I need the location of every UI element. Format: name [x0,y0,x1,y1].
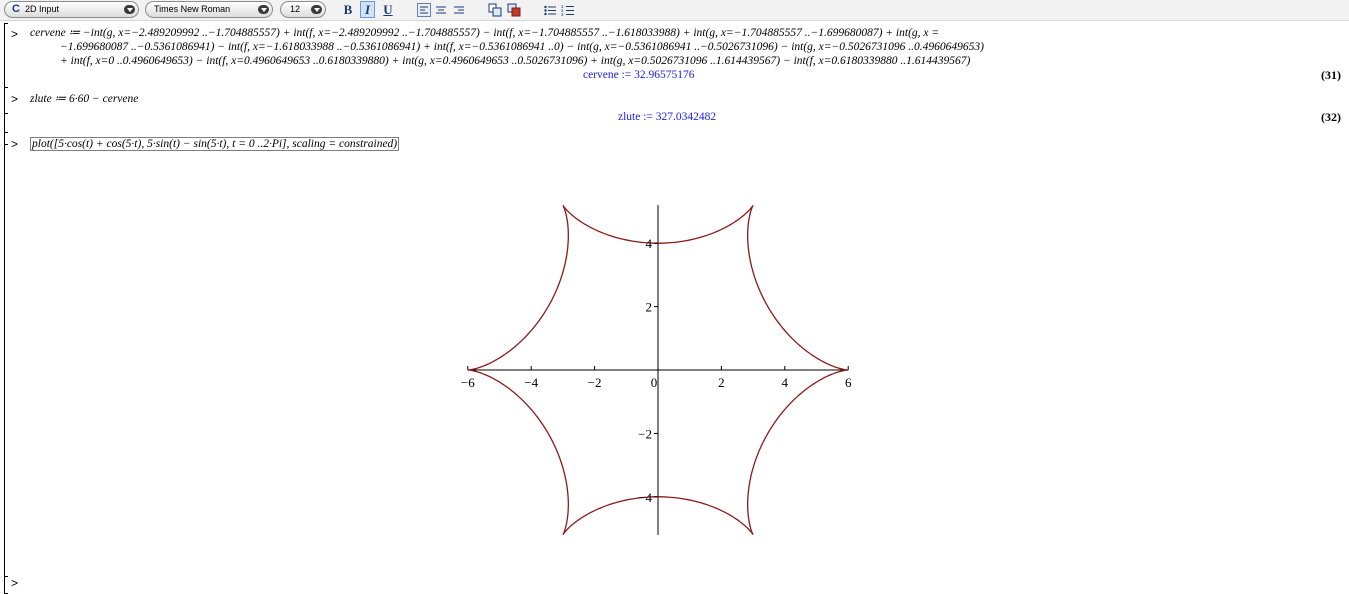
math-input-line[interactable]: cervene ≔ −int(g, x=−2.489209992 ..−1.70… [30,26,939,40]
math-output: cervene := 32.96575176 [583,69,695,81]
x-tick-label: 6 [845,375,852,390]
command-prompt: > [11,137,19,151]
execution-group-bracket[interactable] [4,576,8,594]
equation-label: (31) [1321,68,1341,82]
svg-text:3: 3 [561,12,564,17]
x-tick-label: 0 [651,375,658,390]
font-family-dropdown[interactable]: Times New Roman [145,1,273,18]
worksheet: > cervene ≔ −int(g, x=−2.489209992 ..−1.… [0,21,1349,594]
math-mode-icon: C [12,3,20,15]
character-style-icon[interactable] [507,3,521,17]
y-tick-label: 2 [646,300,653,315]
align-left-icon[interactable] [417,3,431,17]
y-tick-label: 4 [646,236,653,251]
font-size-dropdown[interactable]: 12 [280,1,326,18]
chevron-down-icon [258,5,269,14]
x-tick-label: 4 [782,375,789,390]
bullet-list-icon[interactable] [543,3,557,17]
x-tick-label: −4 [524,375,538,390]
math-input-line[interactable]: + int(f, x=0 ..0.4960649653) − int(f, x=… [60,54,970,68]
chevron-down-icon [311,5,322,14]
align-center-icon[interactable] [434,3,448,17]
numbered-list-icon[interactable]: 1 2 3 [561,3,575,17]
align-right-icon[interactable] [452,3,466,17]
math-output: zlute := 327.0342482 [618,111,717,123]
x-tick-label: −2 [588,375,602,390]
x-tick-label: −6 [461,375,475,390]
bold-button[interactable]: B [341,1,355,19]
math-input-line[interactable]: zlute ≔ 6·60 − cervene [30,92,138,106]
selected-input[interactable]: plot([5·cos(t) + cos(5·t), 5·sin(t) − si… [30,137,400,151]
equation-label: (32) [1321,110,1341,124]
x-tick-label: 2 [718,375,725,390]
context-toolbar: C 2D Input Times New Roman 12 B I U 1 2 … [0,0,1349,21]
execution-group-bracket[interactable] [4,132,8,577]
math-input-line[interactable]: plot([5·cos(t) + cos(5·t), 5·sin(t) − si… [30,137,400,151]
plot-region[interactable]: −6 −4 −2 0 2 4 6 −4 −2 2 4 [440,194,880,544]
input-mode-dropdown[interactable]: C 2D Input [4,1,139,18]
chevron-down-icon [124,5,135,14]
paragraph-style-icon[interactable] [488,3,502,17]
underline-button[interactable]: U [381,1,395,19]
command-prompt[interactable]: > [11,576,18,590]
y-tick-label: −4 [638,490,652,505]
command-prompt: > [11,27,19,41]
y-tick-label: −2 [638,426,652,441]
math-input-line[interactable]: −1.699680087 ..−0.5361086941) − int(f, x… [60,40,984,54]
command-prompt: > [11,92,19,106]
italic-button[interactable]: I [360,1,375,18]
